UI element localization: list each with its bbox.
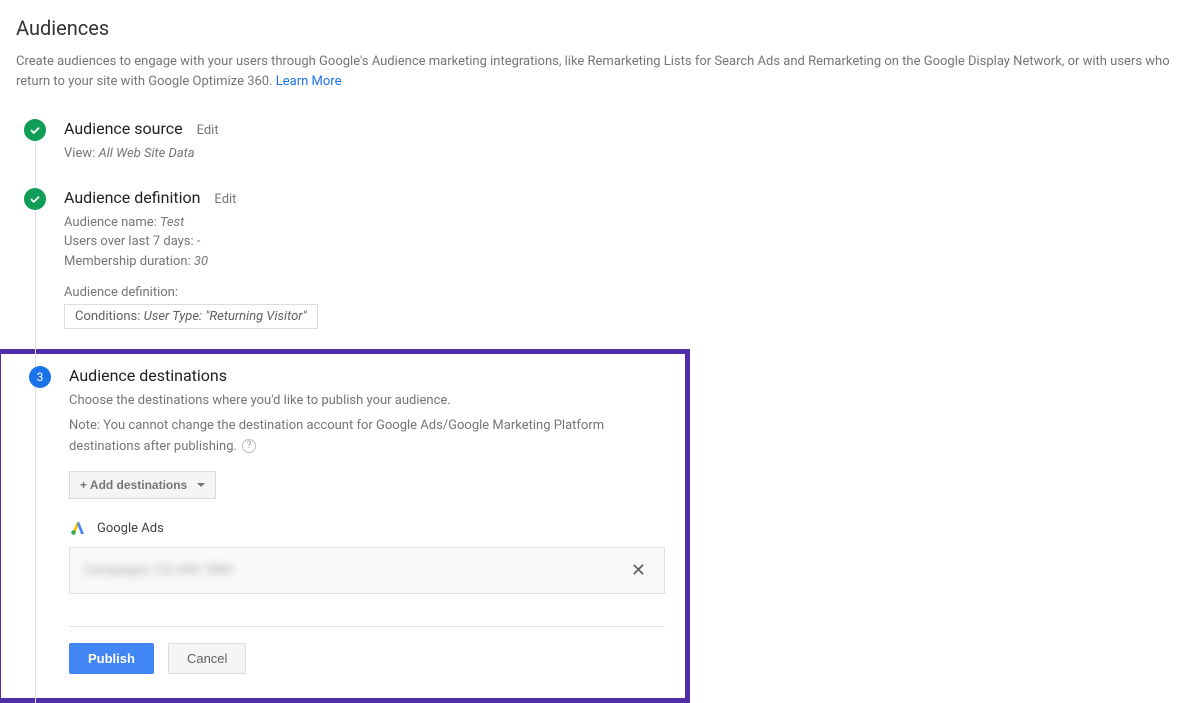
destinations-note: Note: You cannot change the destination … [69, 416, 665, 458]
conditions-value: User Type: "Returning Visitor" [144, 309, 307, 324]
definition-users-value: - [197, 234, 201, 249]
destination-google-ads: Google Ads [69, 519, 665, 537]
definition-name-row: Audience name: Test [64, 213, 1174, 233]
step-audience-destinations: 3 Audience destinations Choose the desti… [29, 366, 665, 674]
definition-duration-label: Membership duration: [64, 254, 194, 269]
cancel-button[interactable]: Cancel [168, 643, 246, 674]
checkmark-icon [24, 119, 46, 141]
step-audience-definition: Audience definition Edit Audience name: … [24, 188, 1174, 330]
destination-account-row: Campaigns 123 456 7890 ✕ [69, 547, 665, 594]
definition-name-value: Test [160, 215, 184, 230]
learn-more-link[interactable]: Learn More [276, 74, 342, 89]
definition-name-label: Audience name: [64, 215, 160, 230]
google-ads-icon [69, 519, 87, 537]
step-number-badge: 3 [29, 366, 51, 388]
definition-duration-row: Membership duration: 30 [64, 252, 1174, 272]
definition-users-row: Users over last 7 days: - [64, 232, 1174, 252]
remove-destination-icon[interactable]: ✕ [627, 560, 650, 581]
action-button-row: Publish Cancel [69, 643, 665, 674]
step-definition-title: Audience definition [64, 188, 200, 207]
publish-button[interactable]: Publish [69, 643, 154, 674]
add-destinations-button[interactable]: + Add destinations [69, 471, 216, 499]
step-audience-source: Audience source Edit View: All Web Site … [24, 119, 1174, 164]
page-title: Audiences [16, 16, 1174, 40]
edit-source-link[interactable]: Edit [197, 123, 219, 138]
source-view-row: View: All Web Site Data [64, 144, 1174, 164]
conditions-label: Conditions: [75, 309, 144, 324]
page-description: Create audiences to engage with your use… [16, 52, 1174, 91]
definition-duration-value: 30 [194, 254, 208, 269]
destination-account-masked: Campaigns 123 456 7890 [84, 563, 232, 578]
step-source-title: Audience source [64, 119, 183, 138]
divider [69, 626, 665, 627]
page-description-text: Create audiences to engage with your use… [16, 54, 1170, 89]
step-destinations-title: Audience destinations [69, 366, 227, 385]
help-icon[interactable]: ? [242, 439, 256, 453]
destination-name: Google Ads [97, 521, 164, 536]
checkmark-icon [24, 188, 46, 210]
definition-conditions-box: Conditions: User Type: "Returning Visito… [64, 304, 318, 329]
chevron-down-icon [197, 483, 205, 487]
destinations-note-text: Note: You cannot change the destination … [69, 418, 604, 454]
definition-def-label: Audience definition: [64, 285, 1174, 300]
edit-definition-link[interactable]: Edit [214, 192, 236, 207]
add-destinations-label: + Add destinations [80, 478, 187, 492]
step-destinations-highlight: 3 Audience destinations Choose the desti… [0, 349, 690, 703]
source-view-value: All Web Site Data [98, 146, 194, 161]
definition-users-label: Users over last 7 days: [64, 234, 197, 249]
source-view-label: View: [64, 146, 98, 161]
destinations-description: Choose the destinations where you'd like… [69, 391, 665, 412]
